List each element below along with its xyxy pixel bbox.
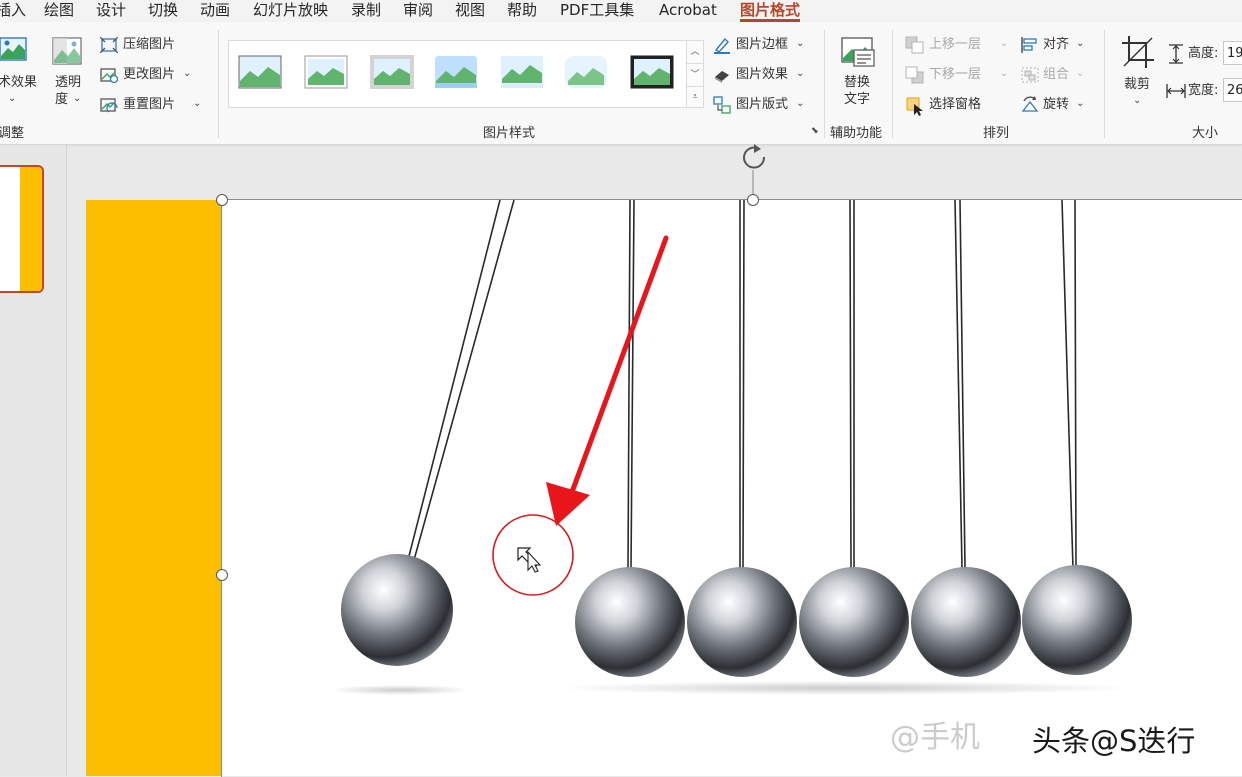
resize-cursor-icon <box>517 547 542 573</box>
resize-handle-top-left[interactable] <box>216 194 228 206</box>
watermark-text: @手机 <box>890 720 980 755</box>
watermark-text-dark: 头条@S迭行 <box>1032 724 1196 758</box>
cradle-strings <box>407 199 1077 569</box>
cradle-balls <box>341 554 1132 677</box>
highlight-circle <box>492 514 574 596</box>
rotate-handle-icon[interactable] <box>743 144 766 194</box>
resize-handle-top-middle[interactable] <box>747 194 759 206</box>
cradle-shadow <box>555 681 1135 695</box>
resize-handle-middle-left[interactable] <box>216 569 228 581</box>
newtons-cradle-picture <box>330 144 1135 695</box>
red-annotation-arrow <box>546 235 669 526</box>
cradle-shadow <box>330 685 470 695</box>
